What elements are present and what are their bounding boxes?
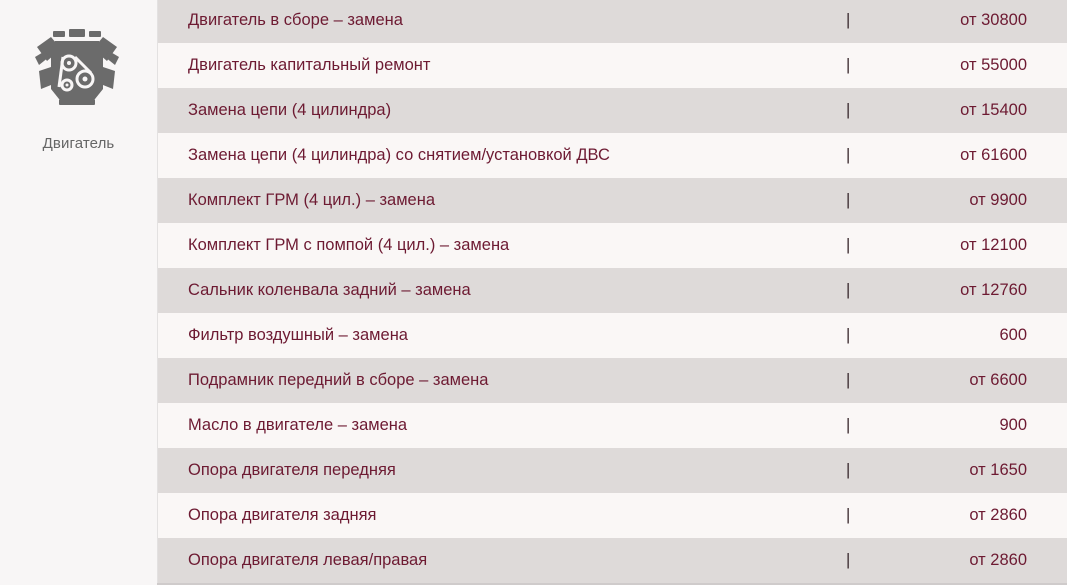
- service-price: от 15400: [960, 101, 1027, 119]
- category-sidebar: Двигатель: [0, 0, 157, 585]
- service-price: от 6600: [969, 371, 1027, 389]
- column-separator: |: [846, 416, 851, 434]
- service-row: Опора двигателя задняя | от 2860: [158, 493, 1067, 538]
- service-row: Опора двигателя передняя | от 1650: [158, 448, 1067, 493]
- column-separator: |: [846, 11, 851, 29]
- service-row: Комплект ГРМ с помпой (4 цил.) – замена |…: [158, 223, 1067, 268]
- service-price: от 12760: [960, 281, 1027, 299]
- service-row: Опора двигателя левая/правая | от 2860: [158, 538, 1067, 583]
- column-separator: |: [846, 56, 851, 74]
- service-price: от 9900: [969, 191, 1027, 209]
- service-name: Опора двигателя передняя: [188, 461, 396, 479]
- column-separator: |: [846, 191, 851, 209]
- column-separator: |: [846, 506, 851, 524]
- service-price: от 55000: [960, 56, 1027, 74]
- category-label[interactable]: Двигатель: [0, 135, 157, 152]
- service-price: 600: [999, 326, 1027, 344]
- price-table: Двигатель в сборе – замена | от 30800 Двига…: [157, 0, 1067, 585]
- service-row: Масло в двигателе – замена | 900: [158, 403, 1067, 448]
- service-name: Опора двигателя левая/правая: [188, 551, 428, 569]
- service-price: от 2860: [969, 551, 1027, 569]
- service-row: Замена цепи (4 цилиндра) со снятием/уста…: [158, 133, 1067, 178]
- service-name: Замена цепи (4 цилиндра): [188, 101, 392, 119]
- service-row: Фильтр воздушный – замена | 600: [158, 313, 1067, 358]
- column-separator: |: [846, 281, 851, 299]
- service-price: от 30800: [960, 11, 1027, 29]
- service-row: Комплект ГРМ (4 цил.) – замена | от 9900: [158, 178, 1067, 223]
- service-name: Подрамник передний в сборе – замена: [188, 371, 489, 389]
- service-name: Двигатель в сборе – замена: [188, 11, 403, 29]
- service-price: от 2860: [969, 506, 1027, 524]
- service-row: Двигатель в сборе – замена | от 30800: [158, 0, 1067, 43]
- column-separator: |: [846, 326, 851, 344]
- column-separator: |: [846, 146, 851, 164]
- service-name: Замена цепи (4 цилиндра) со снятием/уста…: [188, 146, 610, 164]
- column-separator: |: [846, 236, 851, 254]
- service-name: Опора двигателя задняя: [188, 506, 377, 524]
- column-separator: |: [846, 101, 851, 119]
- column-separator: |: [846, 371, 851, 389]
- service-name: Двигатель капитальный ремонт: [188, 56, 431, 74]
- service-row: Замена цепи (4 цилиндра) | от 15400: [158, 88, 1067, 133]
- service-name: Фильтр воздушный – замена: [188, 326, 408, 344]
- service-price: от 61600: [960, 146, 1027, 164]
- service-price: 900: [999, 416, 1027, 434]
- column-separator: |: [846, 551, 851, 569]
- service-row: Сальник коленвала задний – замена | от 127…: [158, 268, 1067, 313]
- service-price: от 1650: [969, 461, 1027, 479]
- engine-icon: [35, 29, 119, 105]
- service-price: от 12100: [960, 236, 1027, 254]
- service-name: Сальник коленвала задний – замена: [188, 281, 471, 299]
- service-row: Двигатель капитальный ремонт | от 55000: [158, 43, 1067, 88]
- service-name: Комплект ГРМ (4 цил.) – замена: [188, 191, 436, 209]
- service-row: Подрамник передний в сборе – замена | от 6…: [158, 358, 1067, 403]
- column-separator: |: [846, 461, 851, 479]
- service-name: Масло в двигателе – замена: [188, 416, 408, 434]
- service-name: Комплект ГРМ с помпой (4 цил.) – замена: [188, 236, 510, 254]
